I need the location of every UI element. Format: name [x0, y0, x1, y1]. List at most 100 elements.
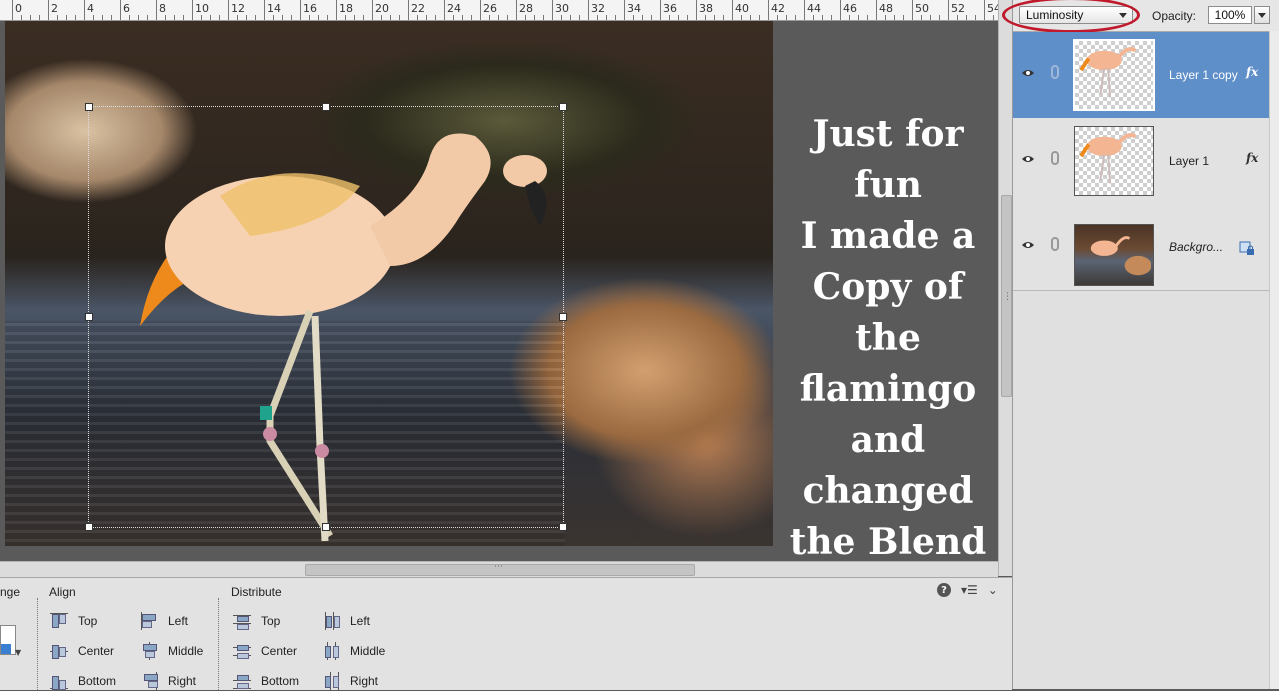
ruler-minor-tick	[309, 15, 310, 20]
ruler-major-tick	[444, 0, 445, 20]
ruler-minor-tick	[921, 15, 922, 20]
ruler-major-tick	[804, 0, 805, 20]
ruler-label: 32	[591, 2, 605, 15]
ruler-major-tick	[984, 0, 985, 20]
horizontal-ruler: 0 2 4 6 8 10 12 14 16 18 20 22 24 26 28 30 32 34 36 38 40 42 4…	[0, 0, 998, 21]
layer-row-layer-1[interactable]: Layer 1 fx	[1013, 118, 1269, 205]
layer-row-layer-1-copy[interactable]: Layer 1 copy fx	[1013, 32, 1269, 119]
horizontal-scroll-thumb[interactable]: ⋯	[305, 562, 695, 576]
opacity-input[interactable]: 100%	[1208, 6, 1252, 24]
distribute-center-icon	[233, 642, 251, 660]
layer-thumbnail	[1074, 126, 1154, 196]
align-center-button[interactable]: Center	[50, 641, 114, 661]
ruler-major-tick	[840, 0, 841, 20]
ruler-major-tick	[120, 0, 121, 20]
ruler-minor-tick	[390, 15, 391, 20]
layer-name[interactable]: Layer 1	[1169, 154, 1209, 168]
tool-options-panel: nge Align Distribute Top Center Bottom L…	[0, 577, 1012, 690]
ruler-minor-tick	[93, 15, 94, 20]
resize-handle-left[interactable]	[85, 313, 93, 321]
arrange-title: nge	[0, 585, 21, 599]
link-icon[interactable]	[1051, 151, 1059, 165]
resize-handle-top[interactable]	[322, 103, 330, 111]
ruler-major-tick	[948, 0, 949, 20]
layers-scrollbar[interactable]	[1269, 31, 1279, 689]
ruler-minor-tick	[822, 15, 823, 20]
eye-icon[interactable]	[1021, 240, 1035, 250]
distribute-middle-label: Middle	[350, 644, 386, 658]
layer-name[interactable]: Backgro...	[1169, 240, 1223, 254]
fx-icon[interactable]: fx	[1246, 65, 1258, 79]
distribute-middle-icon	[322, 642, 340, 660]
fx-icon[interactable]: fx	[1246, 151, 1258, 165]
swatch-dropdown-icon[interactable]: ▼	[15, 648, 21, 657]
ruler-minor-tick	[210, 15, 211, 20]
opacity-dropdown-button[interactable]	[1254, 6, 1270, 24]
ruler-minor-tick	[903, 15, 904, 20]
resize-handle-top-left[interactable]	[85, 103, 93, 111]
ruler-label: 2	[51, 2, 58, 15]
ruler-minor-tick	[858, 15, 859, 20]
ruler-minor-tick	[381, 15, 382, 20]
ruler-minor-tick	[939, 15, 940, 20]
horizontal-scrollbar[interactable]: ⋯	[0, 561, 998, 577]
ruler-minor-tick	[462, 15, 463, 20]
ruler-label: 34	[627, 2, 641, 15]
resize-handle-bottom[interactable]	[322, 523, 330, 531]
align-right-button[interactable]: Right	[140, 671, 196, 691]
color-swatch[interactable]	[0, 625, 16, 655]
resize-handle-bottom-right[interactable]	[559, 523, 567, 531]
vertical-scrollbar[interactable]: ⋮	[998, 0, 1013, 576]
ruler-label: 44	[807, 2, 821, 15]
ruler-minor-tick	[966, 15, 967, 20]
ruler-label: 28	[519, 2, 533, 15]
ruler-major-tick	[480, 0, 481, 20]
layer-thumbnail	[1073, 39, 1155, 111]
ruler-minor-tick	[786, 15, 787, 20]
layer-thumbnail	[1074, 224, 1154, 286]
ruler-minor-tick	[930, 15, 931, 20]
resize-handle-top-right[interactable]	[559, 103, 567, 111]
distribute-top-button[interactable]: Top	[233, 611, 280, 631]
distribute-right-button[interactable]: Right	[322, 671, 378, 691]
layer-row-background[interactable]: Backgro...	[1013, 204, 1269, 291]
link-icon[interactable]	[1051, 65, 1059, 79]
blend-mode-value: Luminosity	[1026, 8, 1084, 22]
ruler-minor-tick	[318, 15, 319, 20]
resize-handle-bottom-left[interactable]	[85, 523, 93, 531]
ruler-major-tick	[696, 0, 697, 20]
ruler-minor-tick	[255, 15, 256, 20]
ruler-major-tick	[876, 0, 877, 20]
ruler-minor-tick	[246, 15, 247, 20]
distribute-middle-button[interactable]: Middle	[322, 641, 385, 661]
ruler-label: 22	[411, 2, 425, 15]
layer-name[interactable]: Layer 1 copy	[1169, 68, 1238, 82]
eye-icon[interactable]	[1021, 68, 1035, 78]
panel-menu-icon[interactable]: ▾☰	[961, 583, 978, 597]
ruler-label: 12	[231, 2, 245, 15]
help-icon[interactable]: ?	[937, 583, 951, 597]
align-bottom-button[interactable]: Bottom	[50, 671, 116, 691]
ruler-minor-tick	[327, 15, 328, 20]
align-middle-button[interactable]: Middle	[140, 641, 203, 661]
align-middle-icon	[140, 642, 158, 660]
resize-handle-right[interactable]	[559, 313, 567, 321]
distribute-title: Distribute	[231, 585, 282, 599]
align-left-icon	[140, 612, 158, 630]
ruler-label: 16	[303, 2, 317, 15]
align-bottom-icon	[50, 672, 68, 690]
ruler-major-tick	[660, 0, 661, 20]
eye-icon[interactable]	[1021, 154, 1035, 164]
distribute-bottom-button[interactable]: Bottom	[233, 671, 299, 691]
distribute-center-button[interactable]: Center	[233, 641, 297, 661]
transform-bounding-box[interactable]	[85, 103, 567, 531]
document-canvas[interactable]: Just for fun I made a Copy of the flamin…	[0, 21, 998, 561]
align-top-button[interactable]: Top	[50, 611, 97, 631]
ruler-minor-tick	[399, 15, 400, 20]
chevron-down-icon[interactable]: ⌄	[988, 583, 998, 597]
link-icon[interactable]	[1051, 237, 1059, 251]
align-left-button[interactable]: Left	[140, 611, 188, 631]
ruler-label: 54	[987, 2, 998, 15]
blend-mode-select[interactable]: Luminosity	[1019, 6, 1133, 24]
distribute-left-button[interactable]: Left	[322, 611, 370, 631]
